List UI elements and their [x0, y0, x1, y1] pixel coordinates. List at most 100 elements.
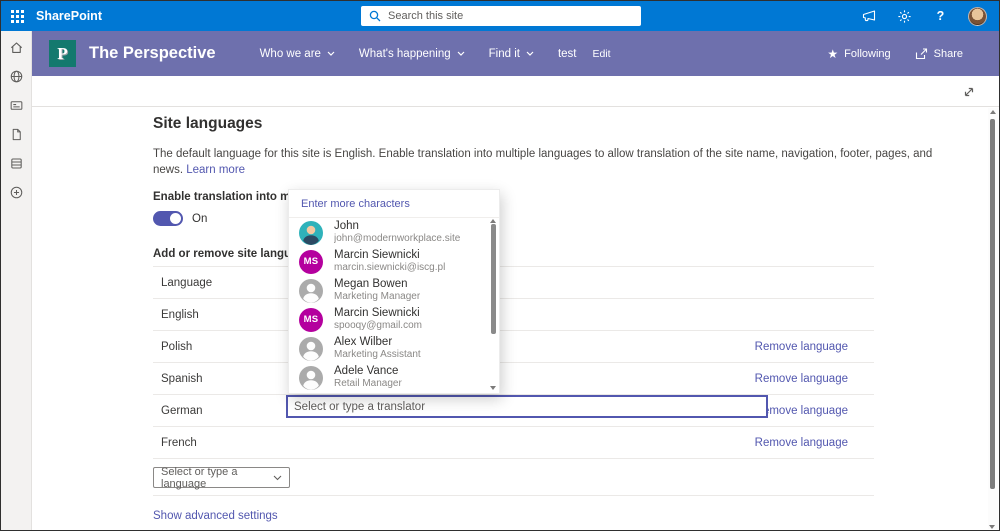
- learn-more-link[interactable]: Learn more: [186, 164, 245, 176]
- user-avatar[interactable]: [968, 6, 987, 26]
- sharepoint-brand[interactable]: SharePoint: [36, 9, 102, 23]
- person-suggestion[interactable]: MS Marcin Siewnicki spooqy@gmail.com: [289, 305, 499, 334]
- person-silhouette-icon: [303, 341, 319, 361]
- person-avatar: MS: [299, 307, 323, 332]
- person-detail: spooqy@gmail.com: [334, 320, 422, 332]
- person-suggestion[interactable]: Megan Bowen Marketing Manager: [289, 276, 499, 305]
- sharepoint-window: SharePoint ? P The Perspective Who w: [0, 0, 1000, 531]
- news-icon[interactable]: [9, 98, 24, 113]
- scroll-down-arrow[interactable]: [490, 386, 496, 390]
- search-input[interactable]: [388, 10, 633, 22]
- settings-gear-icon[interactable]: [896, 8, 913, 25]
- nav-item[interactable]: Who we are: [260, 48, 335, 60]
- person-suggestion[interactable]: John john@modernworkplace.site: [289, 218, 499, 247]
- search-icon: [369, 10, 381, 22]
- language-column-header: Language: [161, 276, 213, 289]
- select-chevron-icon: [273, 475, 282, 480]
- site-logo[interactable]: P: [49, 40, 76, 67]
- person-avatar: [299, 336, 323, 361]
- remove-language-link[interactable]: Remove language: [755, 373, 874, 385]
- translation-toggle[interactable]: [153, 211, 183, 227]
- create-icon[interactable]: [9, 185, 24, 200]
- person-silhouette-icon: [303, 370, 319, 390]
- person-name: Alex Wilber: [334, 336, 393, 349]
- help-icon[interactable]: ?: [932, 8, 949, 25]
- page-title: Site languages: [153, 115, 263, 132]
- language-select[interactable]: Select or type a language: [153, 465, 290, 490]
- language-table: Language English Polish Remove language …: [153, 266, 874, 460]
- lists-icon[interactable]: [9, 156, 24, 171]
- picker-hint: Enter more characters: [289, 190, 499, 218]
- nav-item-label: test: [557, 47, 577, 60]
- chevron-down-icon: [457, 51, 465, 56]
- language-row: English: [153, 299, 874, 332]
- nav-item-label: What's happening: [358, 47, 451, 60]
- picker-scrollbar[interactable]: [489, 219, 497, 390]
- person-suggestion[interactable]: Adele Vance Retail Manager: [289, 363, 499, 392]
- home-icon[interactable]: [9, 40, 24, 55]
- chevron-down-icon: [526, 51, 534, 56]
- app-launcher-icon[interactable]: [11, 9, 24, 23]
- remove-language-link[interactable]: Remove language: [755, 341, 874, 353]
- suite-bar-actions: ?: [860, 6, 999, 26]
- panel-toolbar: [32, 76, 999, 107]
- add-language-row: Select or type a language: [153, 459, 874, 497]
- site-languages-panel: Site languages The default language for …: [32, 107, 988, 529]
- nav-item-label: Who we are: [259, 47, 321, 60]
- language-row: French Remove language: [153, 427, 874, 460]
- person-suggestion[interactable]: MS Marcin Siewnicki marcin.siewnicki@isc…: [289, 247, 499, 276]
- search-box[interactable]: [361, 6, 641, 26]
- person-detail: Marketing Manager: [334, 291, 421, 303]
- site-title[interactable]: The Perspective: [89, 44, 216, 63]
- app-bar: [1, 31, 32, 530]
- person-detail: Retail Manager: [334, 378, 402, 390]
- person-suggestion[interactable]: [289, 392, 499, 393]
- person-name: Marcin Siewnicki: [334, 307, 420, 320]
- page-scrollbar-thumb[interactable]: [990, 119, 995, 489]
- language-name: Polish: [161, 340, 193, 353]
- language-name: French: [161, 436, 197, 449]
- toggle-label: Enable translation into multiple languag…: [153, 191, 385, 204]
- following-button[interactable]: ★ Following: [827, 48, 890, 60]
- language-row: Spanish Remove language: [153, 363, 874, 396]
- language-select-placeholder: Select or type a language: [161, 465, 238, 490]
- scrollbar-thumb[interactable]: [491, 224, 496, 334]
- language-row: Polish Remove language: [153, 331, 874, 364]
- share-button[interactable]: Share: [915, 48, 963, 60]
- person-silhouette-icon: [303, 283, 319, 303]
- page-scroll-down-arrow[interactable]: [989, 525, 995, 529]
- translation-toggle-row: On: [153, 211, 988, 227]
- person-silhouette-icon: [303, 225, 319, 245]
- person-name: John: [334, 220, 359, 233]
- nav-item[interactable]: Find it: [489, 48, 534, 60]
- person-suggestion[interactable]: Alex Wilber Marketing Assistant: [289, 334, 499, 363]
- toggle-state-text: On: [192, 212, 208, 225]
- star-icon: ★: [827, 46, 839, 61]
- expand-panel-icon[interactable]: [961, 84, 977, 100]
- page-scrollbar[interactable]: [988, 108, 998, 529]
- person-avatar: [299, 278, 323, 303]
- nav-item[interactable]: What's happening: [359, 48, 465, 60]
- person-name: Adele Vance: [334, 365, 399, 378]
- chevron-down-icon: [327, 51, 335, 56]
- nav-item[interactable]: test: [558, 48, 577, 60]
- globe-icon[interactable]: [9, 69, 24, 84]
- edit-nav-link[interactable]: Edit: [593, 48, 611, 60]
- person-name: Megan Bowen: [334, 278, 408, 291]
- megaphone-icon[interactable]: [860, 8, 877, 25]
- remove-language-link[interactable]: Remove language: [755, 405, 874, 417]
- header-actions: ★ Following Share: [827, 48, 999, 60]
- translator-input[interactable]: [286, 395, 768, 418]
- person-avatar: [299, 365, 323, 390]
- page-description: The default language for this site is En…: [153, 148, 933, 176]
- remove-language-link[interactable]: Remove language: [755, 437, 874, 449]
- site-nav: Who we are What's happening Find it test: [260, 48, 577, 60]
- person-detail: marcin.siewnicki@iscg.pl: [334, 262, 446, 274]
- person-name: Marcin Siewnicki: [334, 249, 420, 262]
- scroll-up-arrow[interactable]: [490, 219, 496, 223]
- site-header: P The Perspective Who we are What's happ…: [32, 31, 999, 76]
- document-icon[interactable]: [9, 127, 24, 142]
- page-scroll-up-arrow[interactable]: [990, 110, 996, 114]
- advanced-settings-link[interactable]: Show advanced settings: [153, 510, 278, 522]
- language-name: Spanish: [161, 372, 203, 385]
